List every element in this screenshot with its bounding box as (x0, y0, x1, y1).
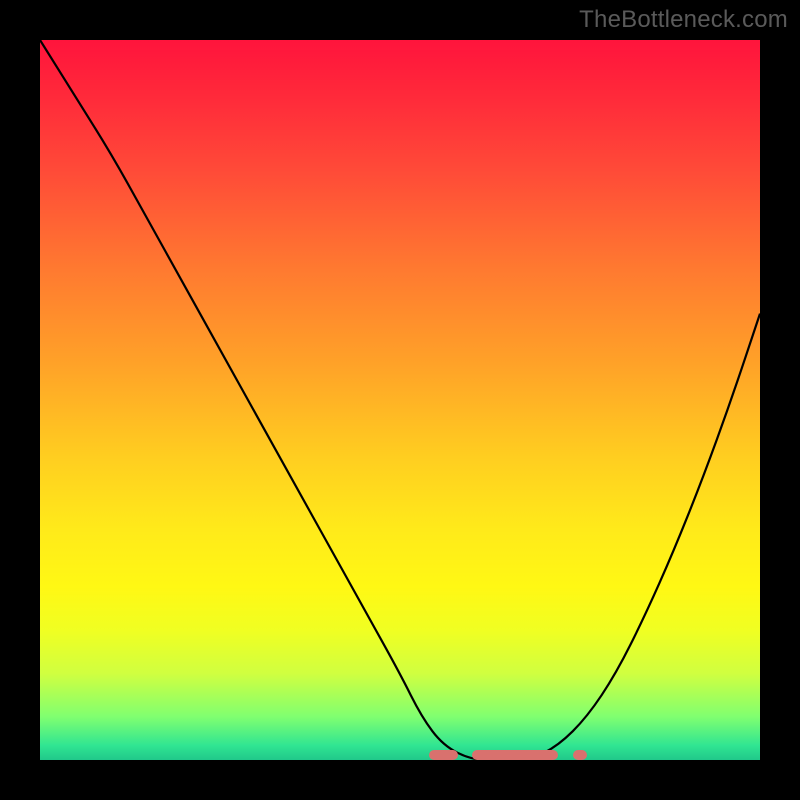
bottleneck-curve (40, 40, 760, 760)
watermark-label: TheBottleneck.com (579, 6, 788, 34)
chart-plot-area (40, 40, 760, 760)
